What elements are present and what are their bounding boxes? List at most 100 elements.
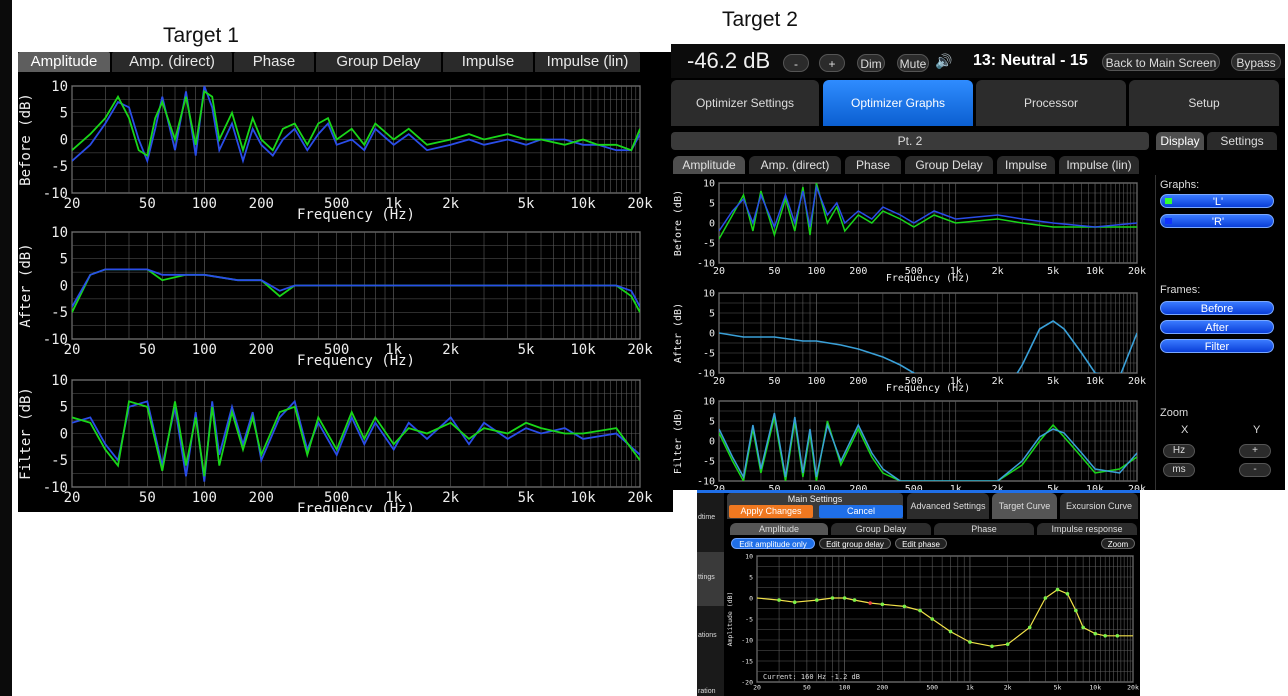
x-tick-label: 50 [803, 684, 811, 692]
t1-tab-group-delay[interactable]: Group Delay [316, 52, 441, 72]
target-control-point[interactable] [1103, 634, 1107, 638]
t3-edit-phase-button[interactable]: Edit phase [895, 538, 947, 549]
t2-nav-optimizer-graphs[interactable]: Optimizer Graphs [823, 80, 973, 126]
x-tick-label: 20k [1128, 266, 1146, 277]
t3-tab-phase[interactable]: Phase [934, 523, 1034, 535]
t2-graph-button-l[interactable]: 'L' [1160, 194, 1274, 208]
t2-zoom-y-label: Y [1253, 424, 1261, 436]
t3-sidebar-item-2[interactable]: ations [698, 632, 717, 639]
x-tick-label: 5k [518, 196, 535, 212]
t1-tab-impulse[interactable]: Impulse [443, 52, 533, 72]
t1-tab-impulse-lin[interactable]: Impulse (lin) [535, 52, 640, 72]
y-tick-label: -15 [741, 657, 753, 665]
x-tick-label: 200 [849, 376, 867, 387]
target-control-point[interactable] [990, 644, 994, 649]
target-control-point[interactable] [1115, 634, 1120, 638]
target-control-point[interactable] [1005, 642, 1010, 646]
t3-edit-amplitude-button[interactable]: Edit amplitude only [731, 538, 815, 549]
x-tick-label: 100 [807, 266, 825, 277]
t2-nav-setup[interactable]: Setup [1129, 80, 1279, 126]
t2-side-tab-display[interactable]: Display [1156, 132, 1204, 150]
y-axis-label: Filter (dB) [673, 408, 684, 474]
target-control-point[interactable] [918, 608, 922, 613]
y-tick-label: 0 [709, 437, 715, 448]
t2-frame-after-button[interactable]: After [1160, 320, 1274, 334]
t2-zoom-out-button[interactable]: - [1239, 463, 1271, 477]
t3-nav-advanced-settings[interactable]: Advanced Settings [907, 493, 989, 519]
t3-apply-changes-button[interactable]: Apply Changes [729, 505, 813, 518]
t2-nav-processor[interactable]: Processor [976, 80, 1126, 126]
t2-dim-button[interactable]: Dim [857, 54, 885, 72]
t2-volume-up-button[interactable]: + [819, 54, 845, 72]
x-tick-label: 5k [1054, 684, 1062, 692]
target-control-point[interactable] [1074, 608, 1078, 613]
t2-bypass-button[interactable]: Bypass [1231, 53, 1281, 71]
target-control-point[interactable] [1093, 631, 1098, 636]
target-control-point[interactable] [948, 629, 953, 634]
y-tick-label: 10 [745, 552, 753, 560]
t2-graph-tab-phase[interactable]: Phase [845, 156, 901, 174]
target-control-point[interactable] [930, 617, 935, 621]
x-tick-label: 20 [753, 684, 761, 692]
target-control-point[interactable] [792, 600, 797, 604]
t2-graph-tab-impulse-lin[interactable]: Impulse (lin) [1059, 156, 1139, 174]
target-control-point[interactable] [968, 640, 972, 644]
target2-charts: 1050-5-1020 50 100 200 500 1k 2k 5k 10k 20kBefore… [673, 179, 1146, 491]
target-control-point[interactable] [814, 598, 819, 602]
x-tick-label: 20 [64, 196, 81, 212]
t2-zoom-hz-button[interactable]: Hz [1163, 444, 1195, 458]
t2-back-to-main-button[interactable]: Back to Main Screen [1102, 53, 1220, 71]
t1-before-chart: 1050-5-1020 50 100 200 500 1k 2k 5k 10k 20kBefore… [18, 79, 653, 223]
t2-graph-tab-impulse[interactable]: Impulse [997, 156, 1055, 174]
x-tick-label: 500 [926, 684, 938, 692]
target-control-point[interactable] [880, 602, 885, 607]
y-tick-label: 5 [749, 573, 753, 581]
t3-tab-group-delay[interactable]: Group Delay [831, 523, 931, 535]
x-tick-label: 5k [1047, 266, 1059, 277]
y-tick-label: 10 [703, 289, 715, 300]
t3-edit-group-delay-button[interactable]: Edit group delay [819, 538, 891, 549]
target-curve-screenshot: dtime ttings ations ration Main Settings… [697, 490, 1140, 696]
t1-tab-amp-direct[interactable]: Amp. (direct) [112, 52, 232, 72]
t2-frame-filter-button[interactable]: Filter [1160, 339, 1274, 353]
target-control-point[interactable] [830, 596, 835, 600]
t3-cancel-button[interactable]: Cancel [819, 505, 903, 518]
t3-sidebar-item-0[interactable]: dtime [698, 514, 715, 521]
t3-sidebar-item-1[interactable]: ttings [698, 574, 715, 581]
target-control-point[interactable] [868, 601, 872, 605]
x-tick-label: 2k [992, 376, 1004, 387]
t2-volume-down-button[interactable]: - [783, 54, 809, 72]
x-tick-label: 200 [249, 490, 274, 506]
target-control-point[interactable] [1027, 625, 1032, 630]
t2-nav-optimizer-settings[interactable]: Optimizer Settings [671, 80, 819, 126]
target-control-point[interactable] [1055, 587, 1060, 592]
target-control-point[interactable] [1081, 625, 1085, 630]
t2-graph-button-r[interactable]: 'R' [1160, 214, 1274, 228]
t3-tab-impulse-response[interactable]: Impulse response [1037, 523, 1137, 535]
target-control-point[interactable] [902, 604, 907, 609]
t2-side-tab-settings[interactable]: Settings [1207, 132, 1277, 150]
x-tick-label: 50 [768, 376, 780, 387]
t3-nav-excursion-curve[interactable]: Excursion Curve [1060, 493, 1138, 519]
t2-mute-button[interactable]: Mute [897, 54, 929, 72]
target-control-point[interactable] [852, 598, 857, 602]
target-control-point[interactable] [1065, 592, 1070, 596]
t1-tab-amplitude[interactable]: Amplitude [18, 52, 110, 72]
t2-graph-tab-group-delay[interactable]: Group Delay [905, 156, 993, 174]
t2-zoom-ms-button[interactable]: ms [1163, 463, 1195, 477]
t2-filter-chart: 1050-5-1020 50 100 200 500 1k 2k 5k 10k 20kFilter… [673, 397, 1146, 491]
target-control-point[interactable] [777, 598, 781, 602]
target-control-point[interactable] [842, 596, 847, 600]
x-tick-label: 20k [627, 490, 653, 506]
t2-frame-before-button[interactable]: Before [1160, 301, 1274, 315]
y-axis-label: After (dB) [673, 303, 684, 363]
t3-tab-amplitude[interactable]: Amplitude [730, 523, 828, 535]
target-control-point[interactable] [1043, 596, 1048, 600]
t3-zoom-button[interactable]: Zoom [1101, 538, 1135, 549]
t1-tab-phase[interactable]: Phase [234, 52, 314, 72]
t2-zoom-in-button[interactable]: + [1239, 444, 1271, 458]
t3-sidebar-item-3[interactable]: ration [698, 688, 716, 695]
t3-nav-target-curve[interactable]: Target Curve [992, 493, 1057, 519]
t2-graph-tab-amp-direct[interactable]: Amp. (direct) [749, 156, 841, 174]
t2-graph-tab-amplitude[interactable]: Amplitude [673, 156, 745, 174]
